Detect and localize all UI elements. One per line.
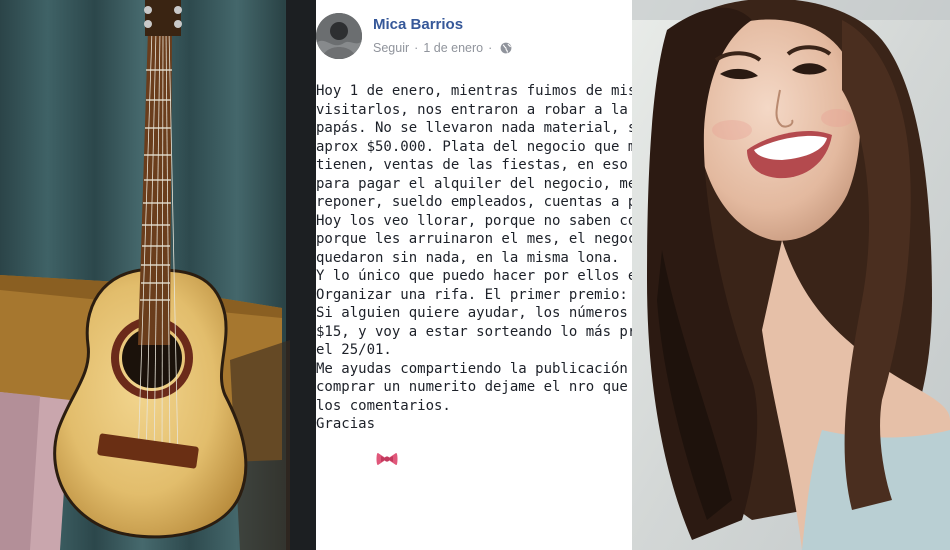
post-line: tienen, ventas de las fiestas, en eso se… [316, 157, 628, 173]
ribbon-emoji-icon [376, 452, 398, 466]
post-line: Gracias [316, 416, 376, 432]
avatar-image [316, 13, 362, 59]
post-line: $15, y voy a estar sorteando lo más pron… [316, 323, 632, 340]
post-line: los comentarios. [316, 397, 451, 414]
post-line: el 25/01. [316, 342, 392, 358]
post-line: aprox $50.000. Plata del negocio que mis… [316, 138, 632, 155]
guitar-photo-graphic [0, 0, 316, 550]
guitar-photo [0, 0, 316, 550]
author-name[interactable]: Mica Barrios [373, 16, 463, 33]
portrait-photo-graphic [632, 0, 950, 550]
portrait-photo [632, 0, 950, 550]
post-line: comprar un numerito dejame el nro que qu… [316, 379, 628, 395]
post-line: visitarlos, nos entraron a robar a la ca… [316, 101, 628, 118]
post-date[interactable]: 1 de enero [423, 41, 483, 55]
post-line: quedaron sin nada, en la misma lona. [316, 249, 620, 266]
meta-separator-2: · [488, 41, 493, 55]
facebook-post: Mica Barrios Seguir · 1 de enero · Hoy 1 de… [316, 0, 632, 550]
globe-icon [500, 42, 512, 54]
post-line: papás. No se llevaron nada material, si … [316, 120, 632, 136]
post-line: Si alguien quiere ayudar, los números lo… [316, 305, 628, 321]
post-line: porque les arruinaron el mes, el negocio… [316, 231, 632, 247]
meta-separator: · [414, 41, 419, 55]
post-line: Me ayudas compartiendo la publicación y … [316, 360, 628, 377]
post-line: Hoy los veo llorar, porque no saben como… [316, 212, 632, 229]
author-avatar[interactable] [316, 13, 362, 59]
post-line: Y lo único que puedo hacer por ellos es … [316, 268, 632, 284]
post-line: reponer, sueldo empleados, cuentas a pag… [316, 194, 632, 210]
follow-link[interactable]: Seguir [373, 41, 409, 55]
post-line: para pagar el alquiler del negocio, merc… [316, 175, 632, 192]
post-meta: Seguir · 1 de enero · [373, 41, 512, 55]
collage: Mica Barrios Seguir · 1 de enero · Hoy 1 de… [0, 0, 950, 550]
post-line: Hoy 1 de enero, mientras fuimos de mis a… [316, 83, 632, 99]
post-body: Hoy 1 de enero, mientras fuimos de mis a… [316, 82, 632, 434]
post-line: Organizar una rifa. El primer premio: mi… [316, 286, 628, 303]
